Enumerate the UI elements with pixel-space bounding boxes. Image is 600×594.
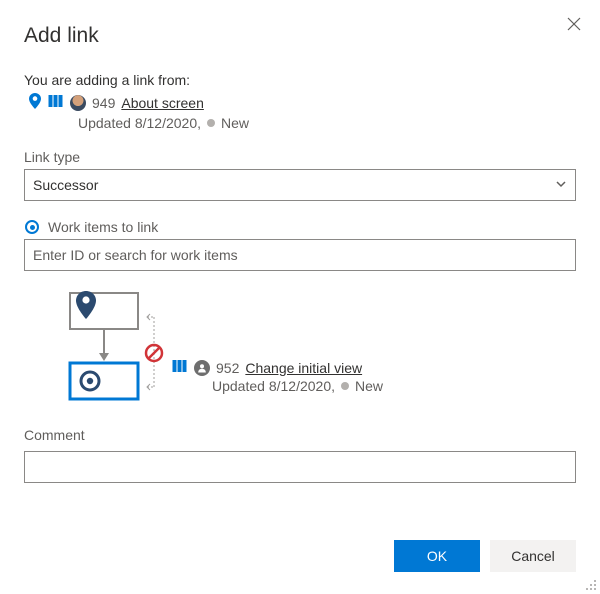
book-icon (48, 94, 64, 111)
dialog-footer: OK Cancel (394, 540, 576, 572)
work-items-label: Work items to link (48, 219, 158, 235)
source-item-row: 949 About screen (28, 92, 576, 113)
status-dot-icon (341, 382, 349, 390)
ok-button[interactable]: OK (394, 540, 480, 572)
status-dot-icon (207, 119, 215, 127)
linked-item: 952 Change initial view Updated 8/12/202… (172, 359, 383, 394)
add-link-dialog: Add link You are adding a link from: 949… (0, 0, 600, 594)
work-items-label-row: Work items to link (24, 219, 576, 235)
work-items-input[interactable] (24, 239, 576, 271)
relationship-diagram (46, 281, 164, 401)
avatar (70, 95, 86, 111)
target-icon (24, 219, 40, 235)
source-updated: Updated 8/12/2020, (78, 115, 201, 131)
source-item-meta: Updated 8/12/2020, New (78, 115, 576, 131)
source-item-link[interactable]: About screen (121, 95, 204, 111)
comment-input[interactable] (24, 451, 576, 483)
source-state: New (221, 115, 249, 131)
link-type-label: Link type (24, 149, 576, 165)
dialog-title: Add link (24, 24, 576, 48)
linked-updated: Updated 8/12/2020, (212, 378, 335, 394)
source-item-id: 949 (92, 95, 115, 111)
chevron-down-icon (555, 177, 567, 193)
linked-item-link[interactable]: Change initial view (245, 360, 362, 376)
pin-icon (28, 92, 42, 113)
cancel-button[interactable]: Cancel (490, 540, 576, 572)
close-button[interactable] (562, 12, 586, 36)
comment-label: Comment (24, 427, 576, 443)
unassigned-avatar-icon (194, 360, 210, 376)
prompt-text: You are adding a link from: (24, 72, 576, 88)
link-type-select[interactable]: Successor (24, 169, 576, 201)
linked-item-id: 952 (216, 360, 239, 376)
resize-grip-icon[interactable] (584, 578, 598, 592)
link-type-value: Successor (33, 177, 98, 193)
linked-state: New (355, 378, 383, 394)
relationship-diagram-row: 952 Change initial view Updated 8/12/202… (24, 281, 576, 401)
book-icon (172, 359, 188, 376)
